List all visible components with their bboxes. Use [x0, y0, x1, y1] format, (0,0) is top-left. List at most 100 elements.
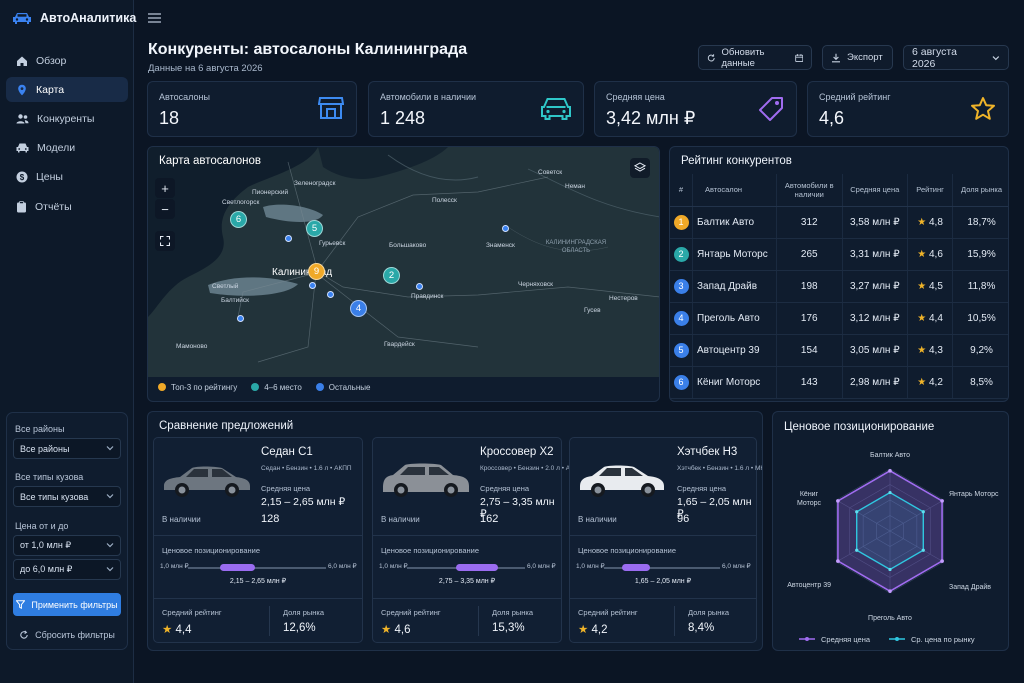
chevron-down-icon — [106, 567, 114, 572]
body-type-value: Все типы кузова — [20, 491, 89, 502]
map-marker-6[interactable]: 6 — [230, 211, 247, 228]
reset-filters-button[interactable]: Сбросить фильтры — [13, 625, 121, 645]
refresh-data-button[interactable]: Обновить данные — [698, 45, 812, 70]
kpi-label: Автомобили в наличии — [380, 92, 477, 102]
rating-value: 4,6 — [928, 248, 943, 260]
map-marker-2[interactable]: 2 — [383, 267, 400, 284]
layers-button[interactable] — [630, 158, 650, 178]
column-header: Средняя цена — [842, 174, 909, 207]
rank-badge: 2 — [673, 246, 689, 262]
price-cell: 3,12 млн ₽ — [842, 302, 909, 335]
price-range-value: 1,65 – 2,05 млн ₽ — [634, 578, 692, 585]
legend-top3: Топ-3 по рейтингу — [158, 383, 237, 392]
map-marker-4[interactable]: 4 — [350, 300, 367, 317]
sidebar-item-reports[interactable]: Отчёты — [6, 194, 128, 219]
price-range-label: Цена от и до — [15, 521, 69, 531]
price-range-value: 2,15 – 2,65 млн ₽ — [229, 578, 287, 585]
cars-cell: 312 — [776, 206, 843, 239]
body-type-select[interactable]: Все типы кузова — [13, 486, 121, 507]
dollar-icon: $ — [16, 171, 28, 182]
sidebar-item-prices[interactable]: $ Цены — [6, 164, 128, 189]
table-row[interactable]: 3 Запад Драйв 198 3,27 млн ₽ ★ 4,5 11,8% — [670, 270, 1008, 303]
price-to-select[interactable]: до 6,0 млн ₽ — [13, 559, 121, 580]
price-bar-fill — [622, 564, 651, 571]
map-label: Светлогорск — [222, 199, 260, 206]
rating-value: 4,8 — [928, 216, 943, 228]
rating-value: 4,2 — [928, 376, 943, 388]
map-point-other[interactable] — [327, 291, 334, 298]
star-icon: ★ — [381, 624, 392, 636]
sidebar-item-competitors[interactable]: Конкуренты — [6, 106, 128, 131]
chevron-down-icon — [106, 446, 114, 451]
sidebar-item-models[interactable]: Модели — [6, 135, 128, 160]
price-position-label: Ценовое позиционирование — [162, 546, 261, 555]
radar-point-avg-price — [940, 559, 944, 563]
map-point-other[interactable] — [285, 235, 292, 242]
apply-filters-button[interactable]: Применить фильтры — [13, 593, 121, 616]
table-row[interactable]: 2 Янтарь Моторс 265 3,31 млн ₽ ★ 4,6 15,9% — [670, 238, 1008, 271]
offer-card[interactable]: Седан С1 Седан • Бензин • 1.6 л • АКПП Сре… — [153, 437, 363, 643]
radar-point-market-price — [888, 567, 892, 572]
dealership-map[interactable]: Пионерский Зеленоградск Светлогорск Поле… — [148, 147, 659, 377]
price-from-select[interactable]: от 1,0 млн ₽ — [13, 535, 121, 556]
offer-card[interactable]: Кроссовер Х2 Кроссовер • Бензин • 2.0 л •… — [372, 437, 583, 643]
zoom-in-button[interactable]: + — [155, 178, 175, 198]
sidebar: АвтоАналитика Обзор Карта Конкуренты Мод… — [0, 0, 136, 683]
price-cell: 2,98 млн ₽ — [842, 366, 909, 399]
map-legend: Топ-3 по рейтингу 4–6 место Остальные — [158, 383, 370, 392]
table-row[interactable]: 6 Кёниг Моторс 143 2,98 млн ₽ ★ 4,2 8,5% — [670, 366, 1008, 399]
map-label: Знаменск — [486, 242, 515, 249]
price-to-value: до 6,0 млн ₽ — [20, 564, 73, 574]
car-image — [580, 465, 664, 497]
date-select[interactable]: 6 августа 2026 — [903, 45, 1009, 70]
dealer-name-cell: Запад Драйв — [692, 270, 777, 303]
price-cell: 3,58 млн ₽ — [842, 206, 909, 239]
sidebar-item-map[interactable]: Карта — [6, 77, 128, 102]
clipboard-icon — [17, 200, 26, 212]
rank-badge: 6 — [673, 374, 689, 390]
menu-button[interactable] — [148, 12, 161, 26]
offer-card[interactable]: Хэтчбек Н3 Хэтчбек • Бензин • 1.6 л • МКП… — [569, 437, 762, 643]
kpi-label: Средний рейтинг — [819, 92, 891, 102]
column-header: Рейтинг — [907, 174, 954, 207]
sidebar-item-overview[interactable]: Обзор — [6, 48, 128, 73]
kpi-card-average-price: Средняя цена 3,42 млн ₽ — [594, 81, 797, 137]
rating-value: 4,5 — [928, 280, 943, 292]
kpi-value: 18 — [159, 108, 180, 128]
car-image — [164, 466, 250, 497]
car-spec: Седан • Бензин • 1.6 л • АКПП — [261, 465, 352, 472]
table-row[interactable]: 1 Балтик Авто 312 3,58 млн ₽ ★ 4,8 18,7% — [670, 206, 1008, 239]
table-row[interactable]: 5 Автоцентр 39 154 3,05 млн ₽ ★ 4,3 9,2% — [670, 334, 1008, 367]
zoom-out-button[interactable]: − — [155, 199, 175, 219]
car-model-name: Кроссовер Х2 — [480, 446, 554, 458]
rank-cell: 5 — [670, 334, 694, 367]
fullscreen-button[interactable] — [155, 231, 175, 251]
page-subtitle: Данные на 6 августа 2026 — [148, 63, 263, 74]
avg-rating-label: Средний рейтинг — [578, 608, 638, 617]
map-marker-9[interactable]: 9 — [308, 263, 325, 280]
map-point-other[interactable] — [416, 283, 423, 290]
share-cell: 9,2% — [952, 334, 1008, 367]
car-model-name: Седан С1 — [261, 446, 313, 458]
chevron-down-icon — [106, 543, 114, 548]
map-point-other[interactable] — [502, 225, 509, 232]
regions-select[interactable]: Все районы — [13, 438, 121, 459]
map-point-other[interactable] — [237, 315, 244, 322]
map-point-other[interactable] — [309, 282, 316, 289]
cars-cell: 176 — [776, 302, 843, 335]
map-marker-5[interactable]: 5 — [306, 220, 323, 237]
table-row[interactable]: 4 Преголь Авто 176 3,12 млн ₽ ★ 4,4 10,5% — [670, 302, 1008, 335]
price-cell: 3,31 млн ₽ — [842, 238, 909, 271]
app-logo[interactable]: АвтоАналитика — [12, 11, 136, 25]
avg-price-label: Средняя цена — [677, 484, 727, 493]
radar-point-market-price — [855, 548, 859, 552]
price-bar-fill — [456, 564, 498, 571]
legend-other: Остальные — [315, 383, 370, 392]
reset-icon — [20, 630, 28, 639]
rank-badge: 5 — [673, 342, 689, 358]
rating-cell: ★ 4,2 — [907, 366, 954, 399]
market-share-value: 8,4% — [688, 622, 715, 634]
export-button[interactable]: Экспорт — [822, 45, 893, 70]
divider — [674, 606, 675, 636]
share-cell: 8,5% — [952, 366, 1008, 399]
